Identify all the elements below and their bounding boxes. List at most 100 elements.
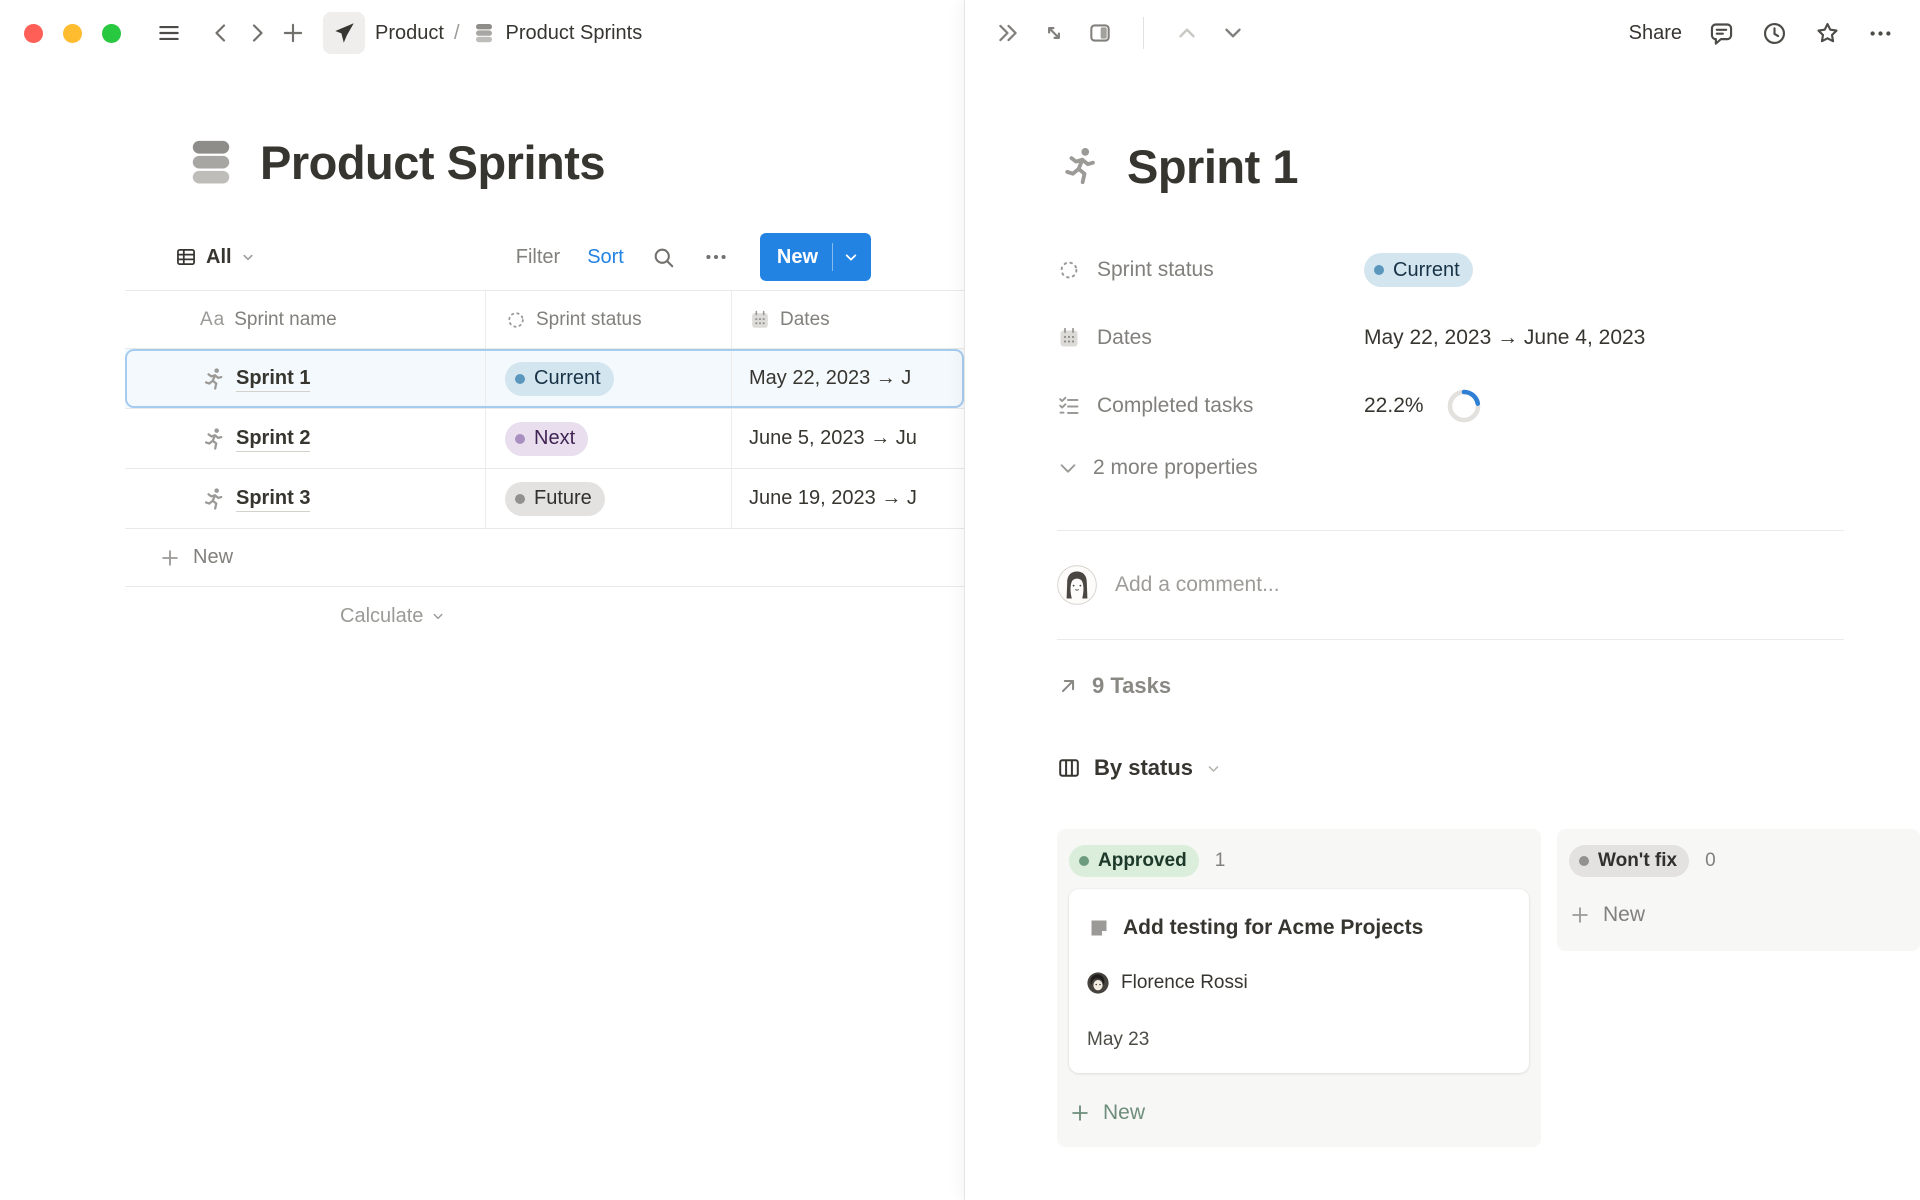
cell-sprint-name[interactable]: Sprint 1 <box>125 349 486 408</box>
column-header-label: Sprint name <box>234 309 336 331</box>
window-titlebar: Product / Product Sprints <box>0 0 964 66</box>
table-row-sprint-2[interactable]: Sprint 2 Next June 5, 2023 → Ju <box>125 409 964 469</box>
sprint-name-link[interactable]: Sprint 3 <box>236 486 310 512</box>
property-value[interactable]: May 22, 2023 → June 4, 2023 <box>1364 326 1645 350</box>
property-value[interactable]: 22.2% <box>1364 388 1482 424</box>
plus-icon <box>1569 904 1591 926</box>
next-record-icon[interactable] <box>1220 20 1246 46</box>
calculate-label: Calculate <box>340 605 423 628</box>
view-bar: All Filter Sort New <box>125 232 964 282</box>
forward-button[interactable] <box>239 15 275 51</box>
card-title[interactable]: Add testing for Acme Projects <box>1123 916 1423 940</box>
plus-icon <box>159 547 181 569</box>
table-row-sprint-1[interactable]: Sprint 1 Current May 22, 2023 → J <box>125 349 964 409</box>
search-icon[interactable] <box>651 245 676 270</box>
new-button-chevron-icon[interactable] <box>843 249 859 265</box>
record-title[interactable]: Sprint 1 <box>1127 139 1298 194</box>
board-group-header[interactable]: Approved 1 <box>1069 839 1529 883</box>
comment-composer[interactable]: Add a comment... <box>1057 531 1920 639</box>
column-header-sprint-name[interactable]: Aa Sprint name <box>125 291 486 348</box>
sidebar-menu-button[interactable] <box>151 15 187 51</box>
cell-sprint-name[interactable]: Sprint 3 <box>125 469 486 528</box>
property-row-dates: Dates May 22, 2023 → June 4, 2023 <box>1057 304 1920 372</box>
view-tab-label: All <box>206 246 232 269</box>
close-window-button[interactable] <box>24 24 43 43</box>
more-options-icon[interactable] <box>1867 20 1894 47</box>
status-dot <box>1579 856 1589 866</box>
previous-record-icon[interactable] <box>1174 20 1200 46</box>
group-count: 1 <box>1215 850 1226 872</box>
task-card[interactable]: Add testing for Acme Projects Florence R… <box>1069 889 1529 1073</box>
chevron-down-icon <box>241 250 255 264</box>
column-header-dates[interactable]: Dates <box>732 291 964 348</box>
close-peek-icon[interactable] <box>995 20 1021 46</box>
cell-sprint-name[interactable]: Sprint 2 <box>125 409 486 468</box>
database-page-icon[interactable] <box>188 137 234 187</box>
minimize-window-button[interactable] <box>63 24 82 43</box>
sprint-name-link[interactable]: Sprint 1 <box>236 366 310 392</box>
cell-sprint-status[interactable]: Future <box>486 469 732 528</box>
column-header-label: Sprint status <box>536 309 642 331</box>
new-tab-button[interactable] <box>275 15 311 51</box>
toolbar-divider <box>1143 17 1144 49</box>
cell-sprint-status[interactable]: Next <box>486 409 732 468</box>
cell-dates[interactable]: June 5, 2023 → Ju <box>732 409 964 468</box>
new-button[interactable]: New <box>760 233 871 281</box>
share-button[interactable]: Share <box>1629 22 1682 45</box>
back-button[interactable] <box>203 15 239 51</box>
board-view-switcher[interactable]: By status <box>1057 744 1920 792</box>
chevron-left-icon <box>209 21 233 45</box>
sort-button[interactable]: Sort <box>587 246 624 269</box>
board-new-card-button[interactable]: New <box>1569 891 1908 939</box>
page-icon <box>1087 916 1111 940</box>
property-label[interactable]: Completed tasks <box>1057 394 1364 418</box>
more-properties-toggle[interactable]: 2 more properties <box>1057 444 1920 492</box>
board-new-card-button[interactable]: New <box>1069 1091 1529 1135</box>
tasks-link-label: 9 Tasks <box>1092 673 1171 699</box>
chevron-down-icon <box>1206 761 1221 776</box>
breadcrumb-page-button[interactable] <box>323 12 365 54</box>
linked-tasks-database[interactable]: 9 Tasks <box>1057 662 1920 710</box>
sprint-name-link[interactable]: Sprint 2 <box>236 426 310 452</box>
runner-icon[interactable] <box>1057 144 1101 188</box>
expand-page-icon[interactable] <box>1041 20 1067 46</box>
runner-icon <box>200 366 226 392</box>
breadcrumb: Product / Product Sprints <box>311 12 642 54</box>
column-header-label: Dates <box>780 309 830 331</box>
page-title[interactable]: Product Sprints <box>260 135 605 190</box>
view-tab-all[interactable]: All <box>175 246 255 269</box>
column-header-sprint-status[interactable]: Sprint status <box>486 291 732 348</box>
zoom-window-button[interactable] <box>102 24 121 43</box>
property-label[interactable]: Sprint status <box>1057 258 1364 282</box>
breadcrumb-separator: / <box>454 22 460 45</box>
property-label[interactable]: Dates <box>1057 326 1364 350</box>
table-row-sprint-3[interactable]: Sprint 3 Future June 19, 2023 → J <box>125 469 964 529</box>
breadcrumb-page-label[interactable]: Product <box>375 22 444 45</box>
panel-body: Sprint 1 Sprint status Current <box>965 66 1920 1147</box>
card-assignee: Florence Rossi <box>1121 972 1248 994</box>
cell-dates[interactable]: June 19, 2023 → J <box>732 469 964 528</box>
cell-sprint-status[interactable]: Current <box>486 349 732 408</box>
more-options-icon[interactable] <box>703 244 729 270</box>
progress-ring <box>1446 388 1482 424</box>
chevron-down-icon <box>431 609 445 623</box>
completed-tasks-percent: 22.2% <box>1364 394 1424 418</box>
property-value[interactable]: Current <box>1364 253 1473 287</box>
comments-icon[interactable] <box>1708 20 1735 47</box>
cell-dates[interactable]: May 22, 2023 → J <box>732 349 964 408</box>
board-group-header[interactable]: Won't fix 0 <box>1569 839 1908 883</box>
filter-button[interactable]: Filter <box>516 246 560 269</box>
arrow-up-right-icon <box>1057 675 1079 697</box>
favorite-star-icon[interactable] <box>1814 20 1841 47</box>
plus-icon <box>1069 1102 1091 1124</box>
board-view-icon <box>1057 756 1081 780</box>
board: Approved 1 Add testing for Acme Projects <box>1057 829 1920 1147</box>
comment-placeholder[interactable]: Add a comment... <box>1115 573 1280 597</box>
status-pill-future: Future <box>505 482 605 516</box>
breadcrumb-current-label[interactable]: Product Sprints <box>506 22 643 45</box>
table-new-row-button[interactable]: New <box>125 529 964 587</box>
side-peek-toggle-icon[interactable] <box>1087 20 1113 46</box>
updates-clock-icon[interactable] <box>1761 20 1788 47</box>
new-button-label: New <box>777 246 832 269</box>
calculate-button[interactable]: Calculate <box>340 605 445 628</box>
